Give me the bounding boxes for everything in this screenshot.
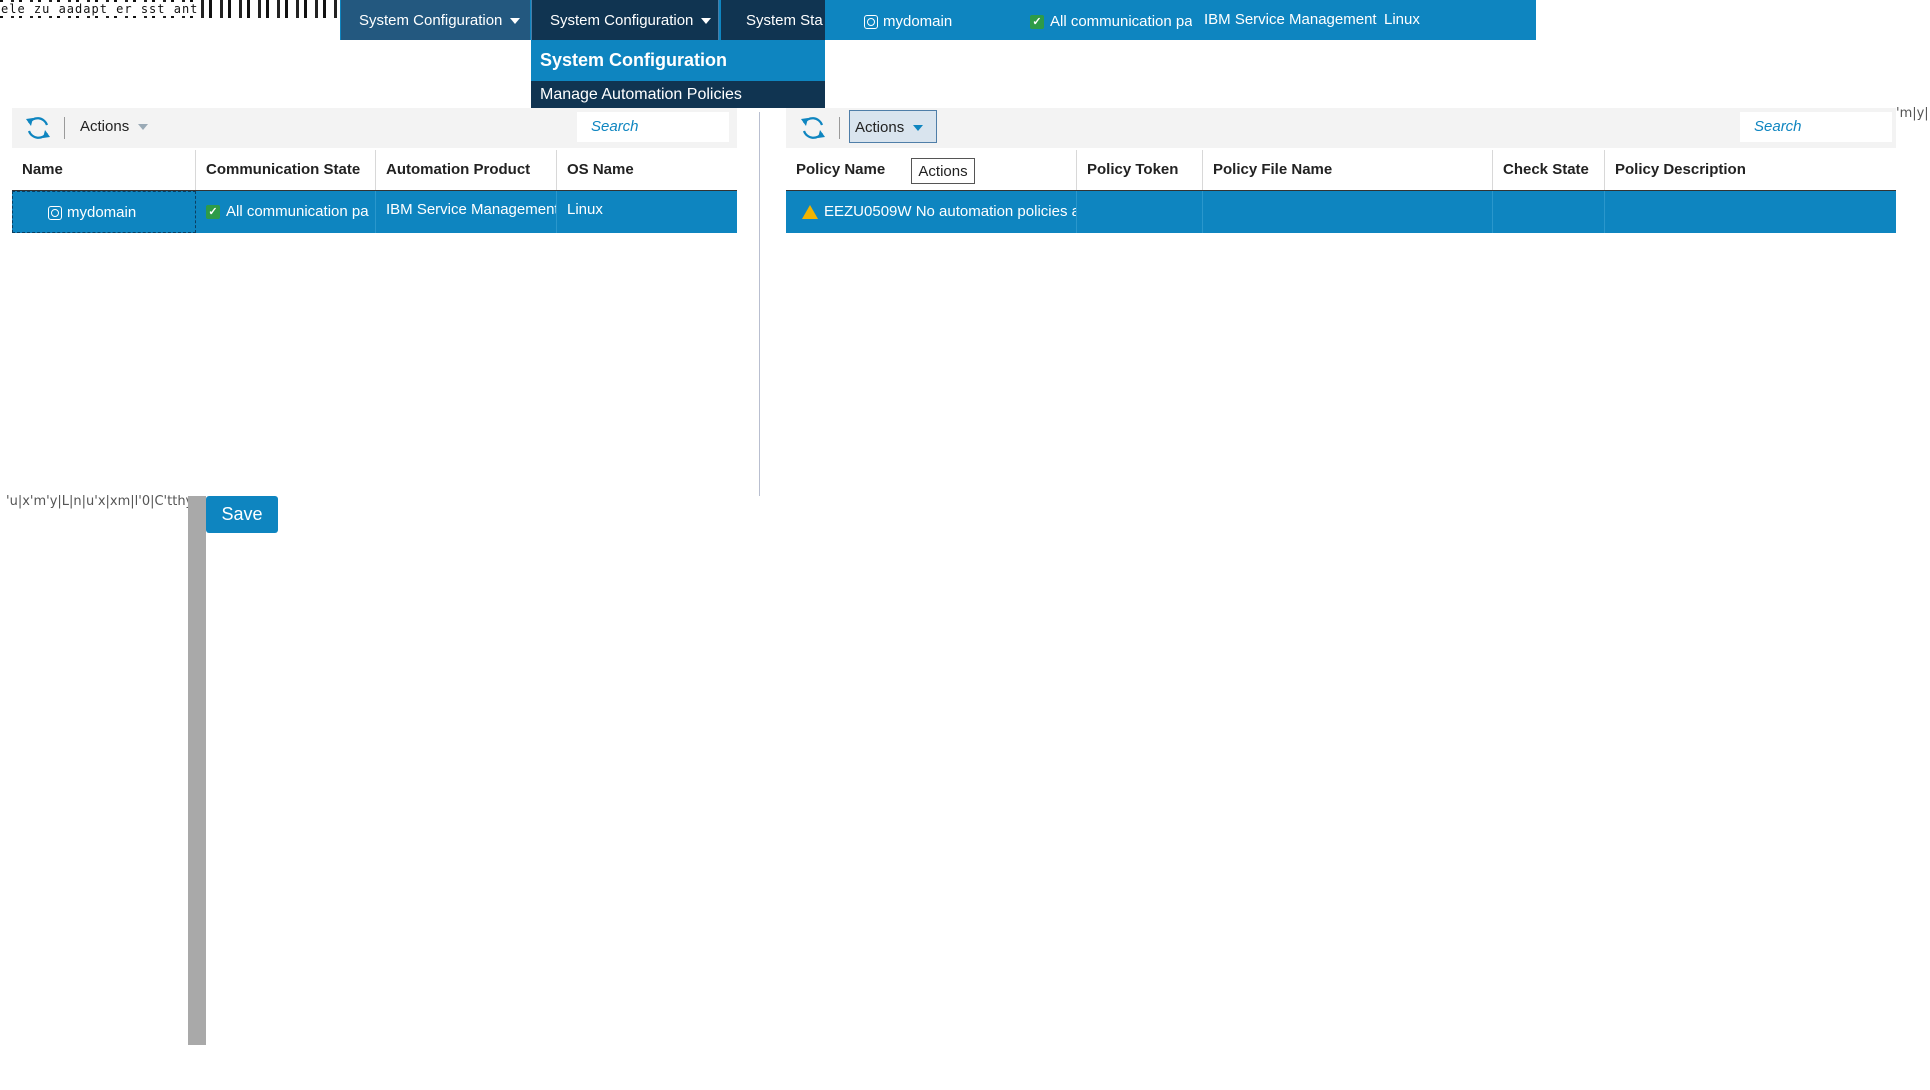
tab-system-configuration[interactable]: System Configuration [341,0,530,40]
domain-icon [48,206,62,221]
cell-policy-message: EEZU0509W No automation policies a [786,191,1077,233]
chevron-down-icon [510,18,521,25]
bar-os-cell: Linux [1384,11,1420,28]
column-header-policy-file-name[interactable]: Policy File Name [1203,150,1493,190]
column-header-communication-state[interactable]: Communication State [196,150,376,190]
cell-automation-product: IBM Service Management [376,191,557,233]
system-configuration-dropdown: System Configuration Manage Automation P… [531,40,825,108]
cell-name[interactable]: mydomain [12,191,196,233]
column-header-name[interactable]: Name [12,150,196,190]
tab-label: System Sta [746,12,823,29]
right-toolbar [786,108,1896,148]
bar-domain-cell[interactable]: mydomain [864,0,1014,40]
actions-tooltip: Actions [911,158,975,184]
warning-icon [802,205,818,220]
cell-os-name: Linux [567,201,603,218]
toolbar-separator [839,117,840,139]
domain-icon [864,15,878,30]
menu-item-manage-automation-policies[interactable]: Manage Automation Policies [531,81,825,108]
check-icon: ✓ [1030,15,1044,30]
bar-product-cell: IBM Service Management [1204,11,1377,28]
right-scribble-text: 'm|y| L'n| [1896,106,1930,121]
column-header-policy-description[interactable]: Policy Description [1605,150,1896,190]
refresh-icon[interactable] [798,113,828,143]
tab-label: System Configuration [359,12,503,29]
refresh-icon[interactable] [23,113,53,143]
left-actions-menu[interactable]: Actions [80,118,149,135]
toolbar-separator [64,117,65,139]
tab-system-status[interactable]: System Sta [721,0,825,40]
cell-communication-state: ✓ All communication pa [196,191,376,233]
panel-divider[interactable] [759,112,760,496]
chevron-down-icon [913,125,924,132]
cell-policy-token [1077,191,1203,233]
header-garbled-text: ele zu aadapt er sst ant [0,0,340,18]
column-header-os-name[interactable]: OS Name [557,150,737,190]
chevron-down-icon [701,18,712,25]
right-search-input[interactable] [1740,112,1892,142]
save-button[interactable]: Save [206,496,278,533]
tab-label: System Configuration [550,12,694,29]
column-header-check-state[interactable]: Check State [1493,150,1605,190]
tab-system-configuration-active[interactable]: System Configuration [531,0,719,40]
column-header-automation-product[interactable]: Automation Product [376,150,557,190]
check-icon: ✓ [206,205,220,220]
cell-policy-file-name [1203,191,1493,233]
chevron-down-icon [138,124,149,131]
dropdown-title[interactable]: System Configuration [540,50,727,71]
left-search-input[interactable] [577,112,729,142]
bar-communication-cell: ✓ All communication pa [1030,0,1192,40]
splitter-bar[interactable] [188,496,206,1045]
left-scribble-text: 'u|x'm'y|L|n|u'x|xm|l'0|C'tthy [6,494,188,509]
cell-policy-description [1605,191,1896,233]
cell-check-state [1493,191,1605,233]
right-actions-menu[interactable]: Actions [849,110,937,143]
column-header-policy-token[interactable]: Policy Token [1077,150,1203,190]
